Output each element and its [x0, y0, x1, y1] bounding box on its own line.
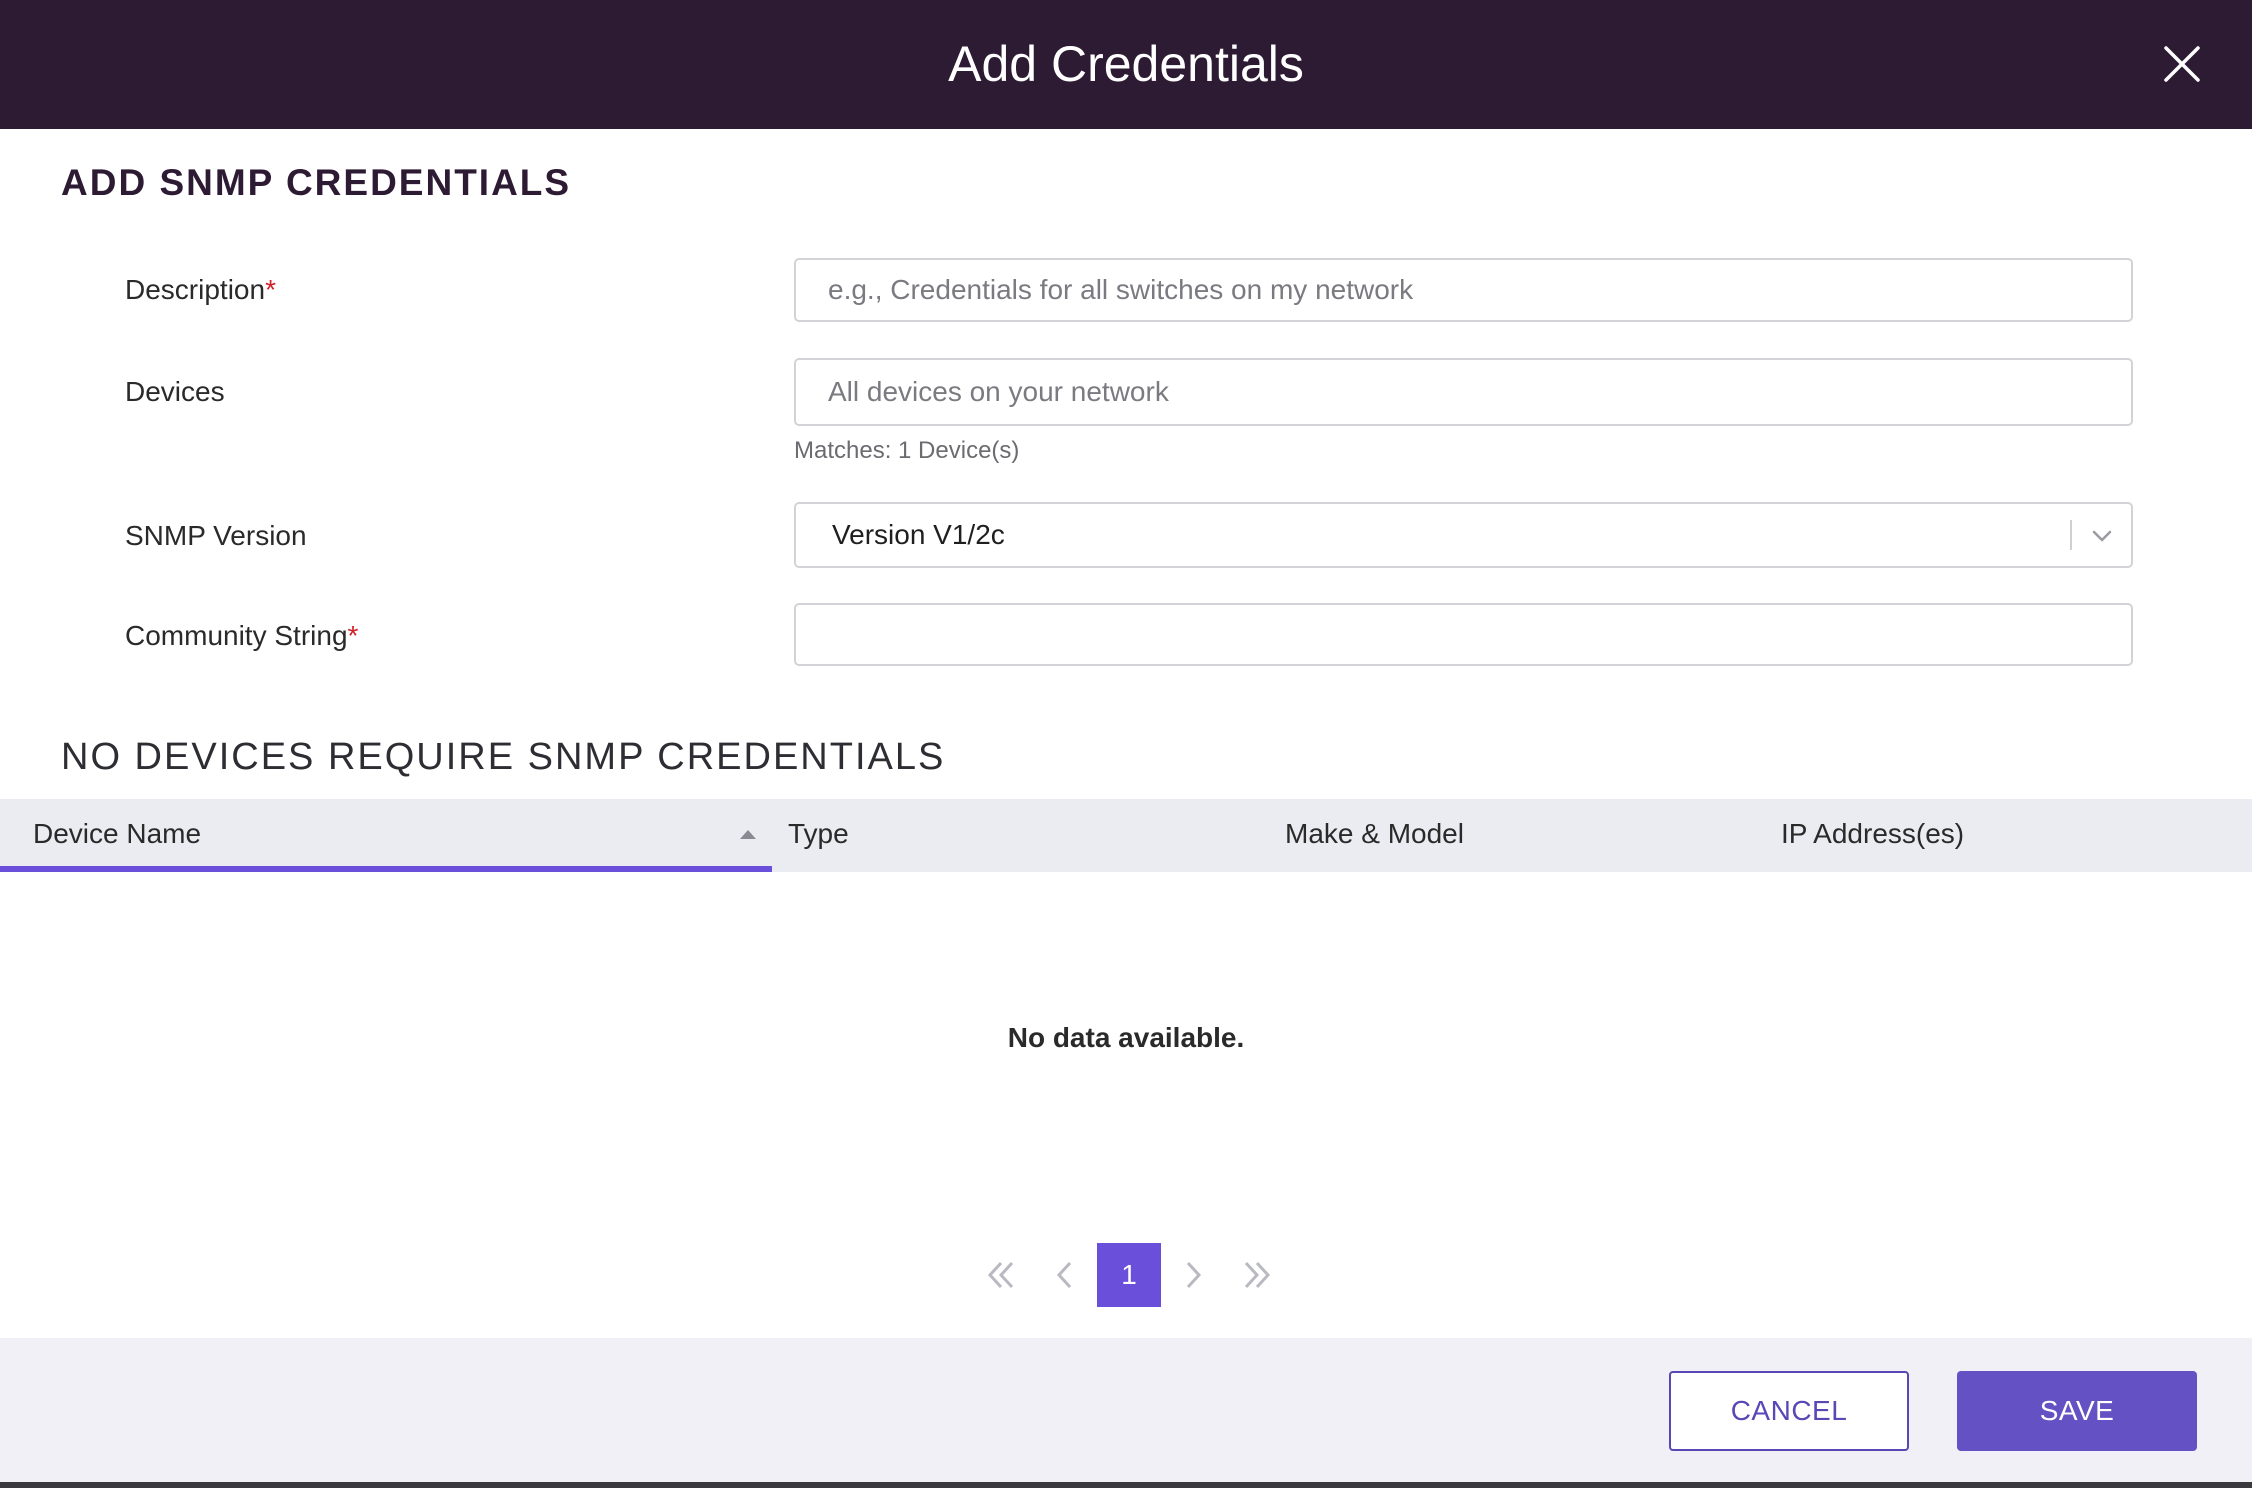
column-header-make-model[interactable]: Make & Model — [1285, 799, 1464, 872]
select-separator — [2070, 520, 2072, 550]
devices-match-hint: Matches: 1 Device(s) — [794, 437, 1020, 464]
required-mark: * — [347, 620, 359, 651]
snmp-version-label: SNMP Version — [125, 520, 307, 551]
column-header-ip-addresses[interactable]: IP Address(es) — [1781, 799, 1964, 872]
community-string-label: Community String* — [125, 620, 359, 651]
description-input[interactable] — [794, 258, 2133, 322]
sorted-column-indicator — [0, 866, 772, 872]
chevron-down-icon[interactable] — [2088, 522, 2116, 550]
snmp-version-select[interactable]: Version V1/2c — [794, 502, 2133, 568]
dialog-footer — [0, 1338, 2252, 1488]
required-mark: * — [265, 274, 276, 305]
window-bottom-edge — [0, 1482, 2252, 1488]
close-icon[interactable] — [2160, 42, 2204, 86]
first-page-icon[interactable] — [969, 1243, 1033, 1307]
section-title-no-devices: NO DEVICES REQUIRE SNMP CREDENTIALS — [61, 736, 946, 778]
column-header-type[interactable]: Type — [788, 799, 849, 872]
description-label: Description* — [125, 274, 276, 305]
empty-table-message: No data available. — [1007, 1022, 1245, 1053]
table-header: Device Name Type Make & Model IP Address… — [0, 799, 2252, 872]
section-title-add-snmp: ADD SNMP CREDENTIALS — [61, 162, 572, 203]
cancel-button[interactable]: CANCEL — [1669, 1371, 1909, 1451]
devices-label: Devices — [125, 376, 225, 407]
last-page-icon[interactable] — [1225, 1243, 1289, 1307]
previous-page-icon[interactable] — [1033, 1243, 1097, 1307]
sort-up-icon[interactable] — [738, 824, 758, 844]
dialog-title: Add Credentials — [948, 36, 1304, 92]
snmp-version-value: Version V1/2c — [832, 519, 1005, 550]
devices-input[interactable] — [794, 358, 2133, 426]
column-header-device-name[interactable]: Device Name — [33, 799, 201, 872]
save-button[interactable]: SAVE — [1957, 1371, 2197, 1451]
community-string-input[interactable] — [794, 603, 2133, 666]
pagination-current-page[interactable]: 1 — [1097, 1243, 1161, 1307]
next-page-icon[interactable] — [1161, 1243, 1225, 1307]
dialog-header: Add Credentials — [0, 0, 2252, 129]
